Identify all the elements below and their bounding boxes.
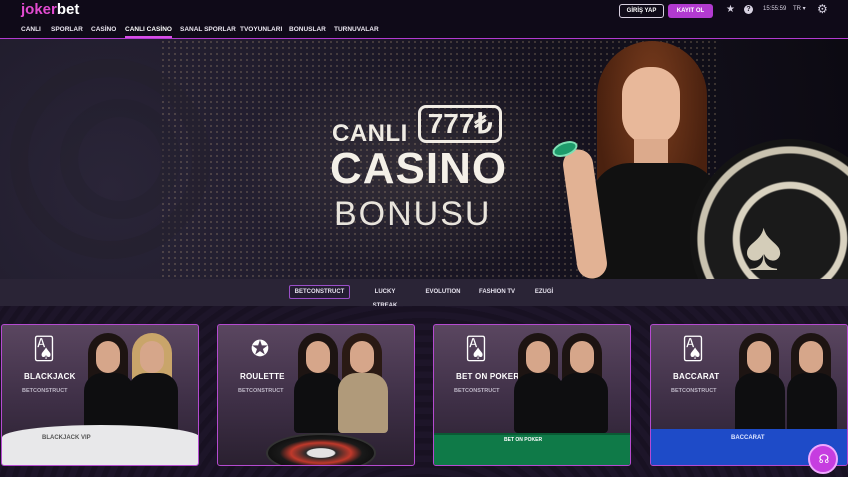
clock: 15:55:59: [763, 6, 787, 12]
ace-card-icon: 🂡: [464, 336, 488, 361]
live-support-button[interactable]: ☊: [808, 444, 838, 474]
game-title: ROULETTE: [240, 372, 285, 381]
games-grid: 🂡 BLACKJACK BETCONSTRUCT BLACKJACK VIP ✪…: [0, 306, 848, 477]
game-title: BACCARAT: [673, 372, 720, 381]
nav-item-canli-casino[interactable]: CANLI CASİNO: [125, 21, 172, 38]
game-provider: BETCONSTRUCT: [22, 388, 68, 394]
hero-banner[interactable]: CANLI 777₺ CASINO BONUSU ♠: [0, 39, 848, 279]
tab-evolution[interactable]: EVOLUTION: [423, 285, 463, 299]
hero-line-casino: CASINO: [330, 144, 508, 193]
roulette-chip-icon: ✪: [250, 336, 270, 361]
game-card-roulette[interactable]: ✪ ROULETTE BETCONSTRUCT: [217, 324, 415, 466]
register-button[interactable]: KAYIT OL: [668, 4, 713, 18]
tab-fashion-tv[interactable]: FASHION TV: [477, 285, 517, 299]
playing-cards-icon: 🂡: [32, 336, 56, 361]
login-button[interactable]: GİRİŞ YAP: [619, 4, 664, 18]
tab-betconstruct[interactable]: BETCONSTRUCT: [289, 285, 350, 299]
game-provider: BETCONSTRUCT: [454, 388, 500, 394]
dealer-image: [733, 333, 787, 433]
dealer-image: [336, 333, 390, 433]
dealer-image: [785, 333, 839, 433]
game-card-bet-on-poker[interactable]: 🂡 BET ON POKER BETCONSTRUCT BET ON POKER: [433, 324, 631, 466]
game-provider: BETCONSTRUCT: [238, 388, 284, 394]
table-label: BLACKJACK VIP: [42, 435, 91, 441]
nav-item-bonuslar[interactable]: BONUSLAR: [289, 21, 326, 38]
game-card-blackjack[interactable]: 🂡 BLACKJACK BETCONSTRUCT BLACKJACK VIP: [1, 324, 199, 466]
blackjack-table: [2, 425, 198, 465]
site-logo[interactable]: jokerbet: [21, 0, 79, 21]
settings-gear-icon[interactable]: ⚙: [817, 3, 829, 16]
top-header: jokerbet GİRİŞ YAP KAYIT OL ★ ? 15:55:59…: [0, 0, 848, 21]
table-label: BET ON POKER: [504, 437, 543, 443]
nav-item-sporlar[interactable]: SPORLAR: [51, 21, 83, 38]
provider-tabs: BETCONSTRUCT LUCKY STREAK EVOLUTION FASH…: [0, 279, 848, 309]
playing-cards-icon: 🂡: [681, 336, 705, 361]
game-title: BET ON POKER: [456, 372, 520, 381]
nav-item-sanal-sporlar[interactable]: SANAL SPORLAR: [180, 21, 236, 38]
hero-line-bonusu: BONUSU: [334, 195, 492, 233]
hero-bonus-amount: 777₺: [418, 105, 502, 143]
tab-ezugi[interactable]: EZUGİ: [532, 285, 556, 299]
headset-icon: ☊: [818, 452, 830, 466]
game-title: BLACKJACK: [24, 372, 76, 381]
spade-icon: ♠: [745, 207, 783, 279]
table-label: BACCARAT: [731, 435, 765, 441]
hero-ring-decoration: [60, 99, 180, 219]
tab-lucky-streak[interactable]: LUCKY STREAK: [362, 285, 408, 309]
nav-item-casino[interactable]: CASİNO: [91, 21, 116, 38]
help-icon[interactable]: ?: [744, 5, 753, 14]
dealer-image: [556, 333, 610, 433]
nav-item-canli[interactable]: CANLI: [21, 21, 41, 38]
language-selector[interactable]: TR ▾: [793, 5, 806, 14]
favorites-star-icon[interactable]: ★: [726, 4, 736, 16]
main-nav: CANLI SPORLAR CASİNO CANLI CASİNO SANAL …: [0, 21, 848, 39]
nav-item-tvoyunlari[interactable]: TVOYUNLARI: [240, 21, 282, 38]
roulette-wheel: [266, 433, 376, 465]
dealer-image: [126, 333, 180, 433]
game-provider: BETCONSTRUCT: [671, 388, 717, 394]
nav-item-turnuvalar[interactable]: TURNUVALAR: [334, 21, 379, 38]
